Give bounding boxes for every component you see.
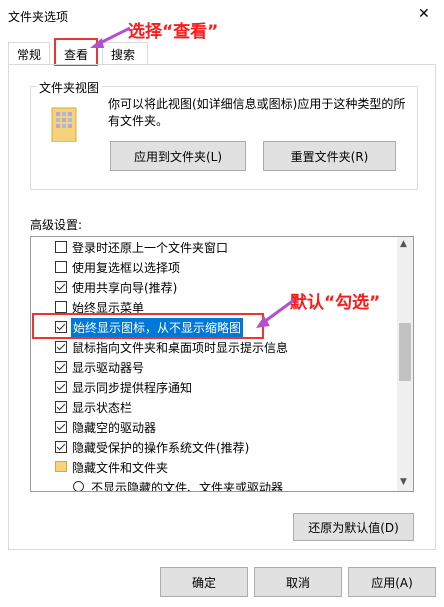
list-item-label: 隐藏空的驱动器 xyxy=(72,421,157,435)
tab-general[interactable]: 常规 xyxy=(8,42,50,64)
tab-view-label: 查看 xyxy=(64,48,89,62)
annotation-arrow xyxy=(252,296,298,332)
checkbox[interactable] xyxy=(55,381,67,393)
list-scrollbar[interactable]: ▲ ▼ xyxy=(397,237,413,491)
list-item[interactable]: 隐藏受保护的操作系统文件(推荐) xyxy=(31,437,397,457)
checkbox[interactable] xyxy=(55,421,67,433)
list-item-radio[interactable]: 不显示隐藏的文件、文件夹或驱动器 xyxy=(31,477,397,492)
ok-button[interactable]: 确定 xyxy=(160,567,248,597)
list-item-label: 显示状态栏 xyxy=(72,401,133,415)
list-item-label: 不显示隐藏的文件、文件夹或驱动器 xyxy=(91,481,284,492)
list-item-label: 显示同步提供程序通知 xyxy=(72,381,193,395)
list-item[interactable]: 使用复选框以选择项 xyxy=(31,257,397,277)
folder-icon xyxy=(55,461,67,472)
checkbox[interactable] xyxy=(55,361,67,373)
list-item-label: 使用复选框以选择项 xyxy=(72,261,181,275)
checkbox[interactable] xyxy=(55,441,67,453)
list-item[interactable]: 显示同步提供程序通知 xyxy=(31,377,397,397)
apply-button[interactable]: 应用(A) xyxy=(348,567,436,597)
cancel-button[interactable]: 取消 xyxy=(254,567,342,597)
restore-defaults-button[interactable]: 还原为默认值(D) xyxy=(293,513,414,541)
annotation-select-view: 选择“查看” xyxy=(128,22,219,42)
list-item[interactable]: 显示驱动器号 xyxy=(31,357,397,377)
highlight-box xyxy=(32,313,264,339)
list-item[interactable]: 隐藏空的驱动器 xyxy=(31,417,397,437)
checkbox[interactable] xyxy=(55,401,67,413)
list-item-label: 隐藏受保护的操作系统文件(推荐) xyxy=(72,441,250,455)
list-item-label: 隐藏文件和文件夹 xyxy=(72,461,169,475)
list-item[interactable]: 登录时还原上一个文件夹窗口 xyxy=(31,237,397,257)
folder-views-title: 文件夹视图 xyxy=(36,79,103,96)
annotation-default-check: 默认“勾选” xyxy=(290,293,381,313)
annotation-arrow xyxy=(86,24,132,50)
folder-icon xyxy=(48,106,80,143)
list-item[interactable]: 显示状态栏 xyxy=(31,397,397,417)
list-item-label: 鼠标指向文件夹和桌面项时显示提示信息 xyxy=(72,341,289,355)
tab-general-label: 常规 xyxy=(17,48,42,62)
advanced-settings-list: ▲ ▼ 登录时还原上一个文件夹窗口 使用复选框以选择项 使用共享向导(推荐) 始… xyxy=(30,236,414,492)
radio-button[interactable] xyxy=(73,481,84,491)
checkbox[interactable] xyxy=(55,281,67,293)
scroll-thumb[interactable] xyxy=(399,323,411,381)
list-item-label: 登录时还原上一个文件夹窗口 xyxy=(72,241,229,255)
list-item[interactable]: 鼠标指向文件夹和桌面项时显示提示信息 xyxy=(31,337,397,357)
checkbox[interactable] xyxy=(55,241,67,253)
checkbox[interactable] xyxy=(55,261,67,273)
title-bar: 文件夹选项 ✕ xyxy=(0,0,444,30)
reset-folders-button[interactable]: 重置文件夹(R) xyxy=(263,141,396,171)
checkbox[interactable] xyxy=(55,301,67,313)
list-item-folder[interactable]: 隐藏文件和文件夹 xyxy=(31,457,397,477)
checkbox[interactable] xyxy=(55,341,67,353)
window-title: 文件夹选项 xyxy=(8,10,69,24)
close-icon[interactable]: ✕ xyxy=(418,6,430,22)
scroll-up-icon[interactable]: ▲ xyxy=(400,239,407,249)
apply-to-folders-button[interactable]: 应用到文件夹(L) xyxy=(110,141,246,171)
folder-views-description: 你可以将此视图(如详细信息或图标)应用于这种类型的所有文件夹。 xyxy=(108,97,406,128)
list-item-label: 显示驱动器号 xyxy=(72,361,145,375)
scroll-down-icon[interactable]: ▼ xyxy=(400,477,407,487)
list-item-label: 使用共享向导(推荐) xyxy=(72,281,178,295)
advanced-settings-label: 高级设置: xyxy=(30,218,83,232)
